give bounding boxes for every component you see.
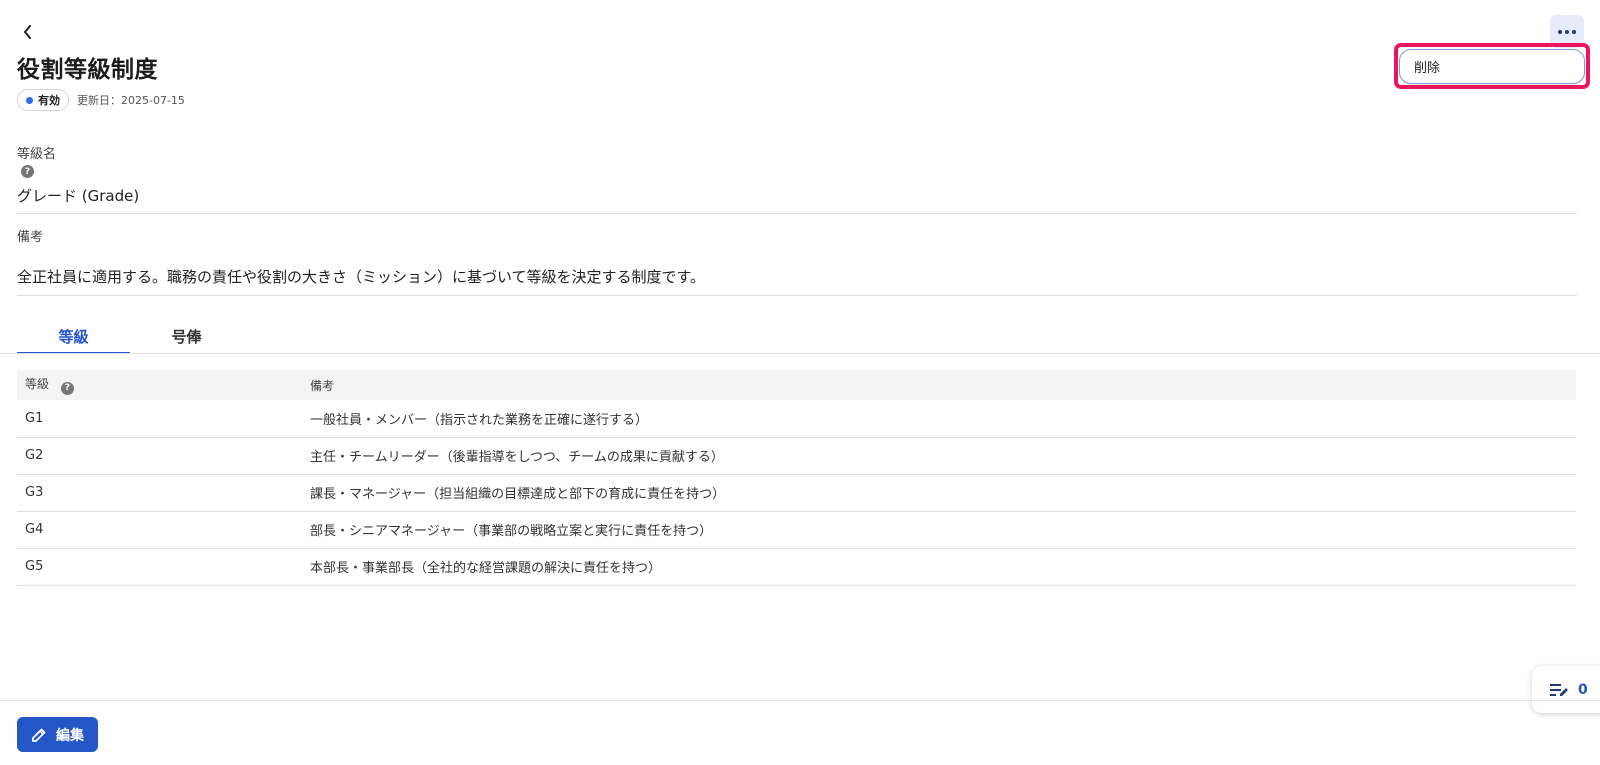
table-header-row: 等級 ? 備考 <box>17 370 1576 400</box>
remarks-cell: 主任・チームリーダー（後輩指導をしつつ、チームの成果に貢献する） <box>302 437 1576 475</box>
table-row[interactable]: G3 課長・マネージャー（担当組織の目標達成と部下の育成に責任を持つ） <box>17 474 1576 512</box>
status-label: 有効 <box>38 94 60 107</box>
remarks-cell: 一般社員・メンバー（指示された業務を正確に遂行する） <box>302 400 1576 438</box>
grade-cell: G4 <box>17 511 302 549</box>
table-row[interactable]: G1 一般社員・メンバー（指示された業務を正確に遂行する） <box>17 400 1576 438</box>
grade-name-label: 等級名 <box>17 147 57 162</box>
footer-divider <box>0 700 1600 701</box>
column-header-grade-label: 等級 <box>25 377 50 392</box>
help-icon[interactable]: ? <box>60 381 74 395</box>
remarks-value: 全正社員に適用する。職務の責任や役割の大きさ（ミッション）に基づいて等級を決定す… <box>17 268 706 286</box>
page: 役割等級制度 有効 更新日：2025-07-15 削除 等級名 ? グレード (… <box>0 0 1600 765</box>
divider <box>17 295 1577 296</box>
grade-cell: G3 <box>17 474 302 512</box>
grade-cell: G1 <box>17 400 302 438</box>
pencil-icon <box>32 728 46 742</box>
table-row[interactable]: G4 部長・シニアマネージャー（事業部の戦略立案と実行に責任を持つ） <box>17 511 1576 549</box>
remarks-label: 備考 <box>17 230 44 245</box>
edit-button-label: 編集 <box>56 727 84 744</box>
status-dot <box>26 96 33 104</box>
divider <box>17 213 1577 214</box>
table-row[interactable]: G2 主任・チームリーダー（後輩指導をしつつ、チームの成果に貢献する） <box>17 437 1576 475</box>
table-row[interactable]: G5 本部長・事業部長（全社的な経営課題の解決に責任を持つ） <box>17 548 1576 586</box>
meta-row: 有効 更新日：2025-07-15 <box>17 89 185 111</box>
notes-edit-icon <box>1550 683 1568 696</box>
remarks-cell: 部長・シニアマネージャー（事業部の戦略立案と実行に責任を持つ） <box>302 511 1576 549</box>
remarks-cell: 課長・マネージャー（担当組織の目標達成と部下の育成に責任を持つ） <box>302 474 1576 512</box>
page-title: 役割等級制度 <box>17 57 158 83</box>
column-header-grade: 等級 ? <box>17 370 302 400</box>
updated-date: 更新日：2025-07-15 <box>77 94 185 107</box>
tab-divider <box>0 353 1600 354</box>
grade-name-value: グレード (Grade) <box>17 187 140 205</box>
status-badge: 有効 <box>17 89 69 111</box>
more-horizontal-icon <box>1558 29 1576 34</box>
grades-table: 等級 ? 備考 G1 一般社員・メンバー（指示された業務を正確に遂行する） G2… <box>17 370 1576 586</box>
delete-menu-item[interactable]: 削除 <box>1414 57 1440 76</box>
tab-salary-steps[interactable]: 号俸 <box>130 322 243 354</box>
grade-cell: G5 <box>17 548 302 586</box>
chevron-left-icon <box>24 25 31 39</box>
notes-count: 0 <box>1578 681 1588 698</box>
tab-bar: 等級 号俸 <box>17 322 243 354</box>
grade-cell: G2 <box>17 437 302 475</box>
help-icon[interactable]: ? <box>21 165 34 178</box>
edit-button[interactable]: 編集 <box>17 717 98 752</box>
tab-grades[interactable]: 等級 <box>17 322 130 354</box>
back-button[interactable] <box>18 22 38 42</box>
notes-float-button[interactable]: 0 <box>1532 666 1600 713</box>
column-header-remarks: 備考 <box>302 370 1576 400</box>
actions-dropdown-menu: 削除 <box>1399 49 1585 84</box>
remarks-cell: 本部長・事業部長（全社的な経営課題の解決に責任を持つ） <box>302 548 1576 586</box>
